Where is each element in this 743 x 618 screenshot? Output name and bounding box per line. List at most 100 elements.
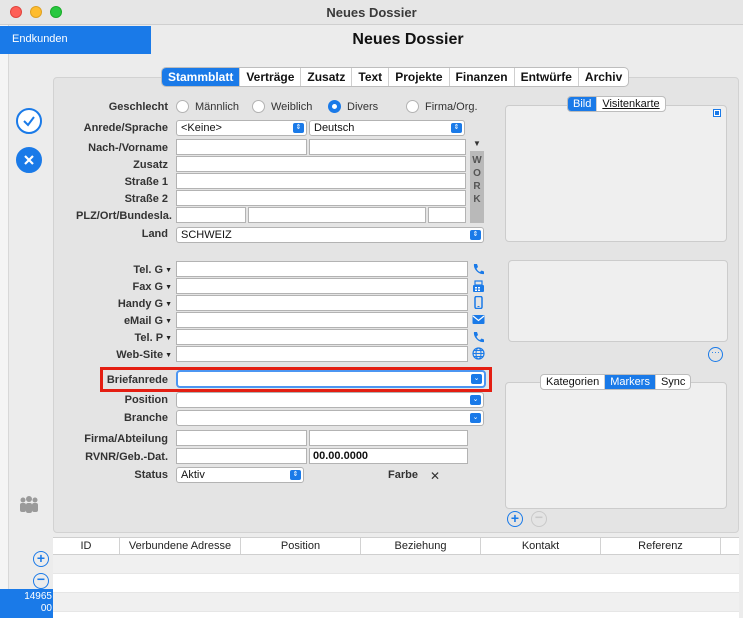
cancel-icon[interactable]: [16, 147, 42, 173]
caret-down-icon: ▼: [165, 318, 172, 325]
people-icon[interactable]: [18, 495, 40, 516]
tab-markers[interactable]: Markers: [605, 375, 656, 389]
radio-dot: [252, 100, 265, 113]
tel-p-label[interactable]: Tel. P ▼: [70, 332, 172, 344]
tab-bild[interactable]: Bild: [568, 97, 598, 111]
briefanrede-select[interactable]: ⌄: [176, 370, 486, 388]
marker-panel: [505, 382, 727, 509]
anrede-label: Anrede/Sprache: [83, 122, 168, 134]
title-bar: Neues Dossier: [0, 0, 743, 25]
tab-archiv[interactable]: Archiv: [579, 68, 628, 86]
caret-down-icon: ▼: [165, 284, 172, 291]
firma-input[interactable]: [176, 430, 307, 446]
column-header-id[interactable]: ID: [53, 538, 120, 554]
image-segment: Bild Visitenkarte: [567, 96, 666, 112]
fax-icon[interactable]: [472, 280, 485, 293]
radio-label: Firma/Org.: [425, 100, 478, 113]
caret-down-icon: ▼: [165, 301, 172, 308]
add-marker-icon[interactable]: +: [507, 511, 523, 527]
sprache-select[interactable]: Deutsch ⇕: [309, 120, 465, 136]
handy-g-text: Handy G: [117, 298, 164, 310]
tab-zusatz[interactable]: Zusatz: [301, 68, 353, 86]
column-header-position[interactable]: Position: [241, 538, 361, 554]
table-header: ID Verbundene Adresse Position Beziehung…: [53, 538, 739, 555]
tel-g-input[interactable]: [176, 261, 468, 277]
position-select[interactable]: ⌄: [176, 392, 484, 408]
tel-g-label[interactable]: Tel. G ▼: [70, 264, 172, 276]
vorname-input[interactable]: [309, 139, 466, 155]
globe-icon[interactable]: [472, 347, 485, 360]
linked-addresses-table: ID Verbundene Adresse Position Beziehung…: [53, 537, 739, 618]
add-link-icon[interactable]: +: [33, 551, 49, 567]
rvnr-label: RVNR/Geb.-Dat.: [85, 451, 168, 463]
radio-firma[interactable]: Firma/Org.: [406, 100, 478, 113]
tab-text[interactable]: Text: [352, 68, 390, 86]
fax-g-input[interactable]: [176, 278, 468, 294]
radio-divers[interactable]: Divers: [328, 100, 378, 113]
tab-entwuerfe[interactable]: Entwürfe: [515, 68, 579, 86]
remove-link-icon[interactable]: −: [33, 572, 49, 589]
radio-dot: [176, 100, 189, 113]
customer-tab-endkunden[interactable]: Endkunden: [0, 26, 151, 54]
fax-g-label[interactable]: Fax G ▼: [70, 281, 172, 293]
nachname-input[interactable]: [176, 139, 307, 155]
rvnr-input[interactable]: [176, 448, 307, 464]
plz-input[interactable]: [176, 207, 246, 223]
column-header-beziehung[interactable]: Beziehung: [361, 538, 481, 554]
strasse2-input[interactable]: [176, 190, 466, 206]
table-row[interactable]: [53, 593, 739, 612]
geburtsdatum-input[interactable]: 00.00.0000: [309, 448, 468, 464]
status-select[interactable]: Aktiv ⇕: [176, 467, 304, 483]
phone-icon[interactable]: [472, 331, 485, 344]
branche-label: Branche: [123, 412, 168, 424]
website-label[interactable]: Web-Site ▼: [70, 349, 172, 361]
farbe-label: Farbe: [388, 469, 418, 481]
land-label: Land: [141, 228, 168, 240]
tab-finanzen[interactable]: Finanzen: [450, 68, 515, 86]
website-input[interactable]: [176, 346, 468, 362]
bundesland-input[interactable]: [428, 207, 466, 223]
column-header-address[interactable]: Verbundene Adresse: [120, 538, 241, 554]
clear-color-icon[interactable]: ✕: [430, 469, 440, 483]
strasse1-input[interactable]: [176, 173, 466, 189]
phone-icon[interactable]: [472, 263, 485, 276]
zusatz-input[interactable]: [176, 156, 466, 172]
branche-select[interactable]: ⌄: [176, 410, 484, 426]
tab-vertraege[interactable]: Verträge: [240, 68, 302, 86]
radio-maennlich[interactable]: Männlich: [176, 100, 239, 113]
caret-down-icon: ▼: [165, 267, 172, 274]
email-g-label[interactable]: eMail G ▼: [70, 315, 172, 327]
work-address-toggle[interactable]: ▼ W O R K: [470, 139, 484, 223]
tab-sync[interactable]: Sync: [656, 375, 690, 389]
tab-projekte[interactable]: Projekte: [389, 68, 450, 86]
anrede-select[interactable]: <Keine> ⇕: [176, 120, 307, 136]
radio-dot: [406, 100, 419, 113]
left-strip: [0, 25, 9, 618]
radio-label: Männlich: [195, 100, 240, 113]
column-header-kontakt[interactable]: Kontakt: [481, 538, 601, 554]
page-title: Neues Dossier: [352, 31, 464, 48]
mail-icon[interactable]: [472, 313, 485, 326]
table-row[interactable]: [53, 574, 739, 593]
tab-visitenkarte[interactable]: Visitenkarte: [597, 97, 664, 111]
abteilung-input[interactable]: [309, 430, 468, 446]
land-select[interactable]: SCHWEIZ ⇕: [176, 227, 484, 243]
mobile-phone-icon[interactable]: [472, 296, 485, 309]
tel-g-text: Tel. G: [133, 264, 164, 276]
tab-stammblatt[interactable]: Stammblatt: [162, 68, 241, 86]
tel-p-input[interactable]: [176, 329, 468, 345]
column-header-referenz[interactable]: Referenz: [601, 538, 721, 554]
radio-weiblich[interactable]: Weiblich: [252, 100, 312, 113]
dossier-tabs: Stammblatt Verträge Zusatz Text Projekte…: [161, 67, 630, 87]
confirm-icon[interactable]: [16, 108, 42, 134]
handy-g-label[interactable]: Handy G ▼: [70, 298, 172, 310]
email-g-input[interactable]: [176, 312, 468, 328]
table-row[interactable]: [53, 555, 739, 574]
image-option-checkbox[interactable]: [713, 109, 721, 117]
ort-input[interactable]: [248, 207, 426, 223]
remove-marker-icon: −: [531, 510, 547, 527]
status-label: Status: [134, 469, 168, 481]
handy-g-input[interactable]: [176, 295, 468, 311]
tab-kategorien[interactable]: Kategorien: [541, 375, 606, 389]
more-options-icon[interactable]: ···: [708, 347, 723, 362]
